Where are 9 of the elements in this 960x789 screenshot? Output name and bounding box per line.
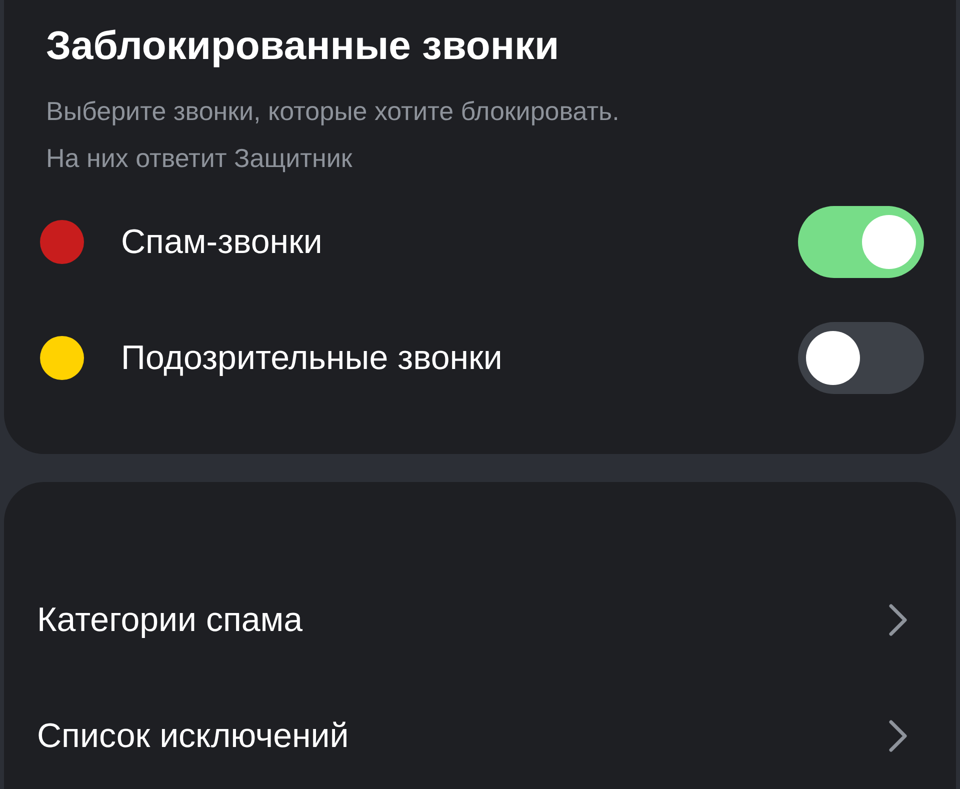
menu-item[interactable]: Список исключений (4, 678, 956, 789)
menu-item[interactable]: Категории спама (4, 562, 956, 678)
option-label: Спам-звонки (121, 222, 322, 262)
option-label: Подозрительные звонки (121, 338, 502, 378)
chevron-right-icon (888, 719, 908, 753)
description-text: Выберите звонки, которые хотите блокировать. (46, 95, 620, 128)
chevron-right-icon (888, 603, 908, 637)
section-title: Заблокированные звонки (46, 23, 560, 70)
description-text: На них ответит Защитник (46, 142, 354, 175)
